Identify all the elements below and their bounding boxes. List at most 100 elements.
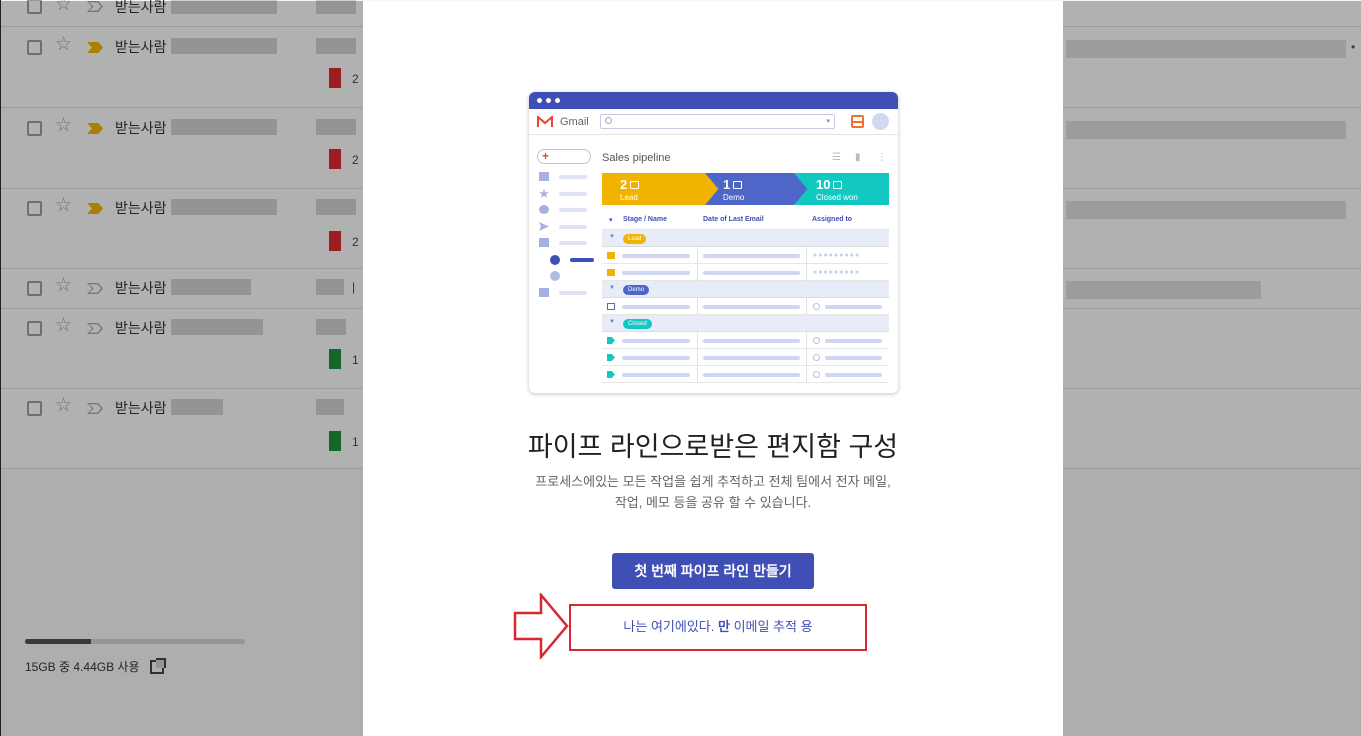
- stage-count: 10: [816, 177, 831, 192]
- illustration-search-bar: ▾: [600, 114, 835, 129]
- folder-icon: [607, 252, 615, 259]
- sidebar-line: [559, 208, 587, 212]
- cell-line: [703, 373, 800, 377]
- folder-icon: [630, 180, 640, 189]
- cell-line: [703, 305, 800, 309]
- file-icon: [539, 238, 549, 247]
- cell-line: [703, 339, 800, 343]
- sidebar-line: [559, 225, 587, 229]
- tag-icon: [607, 371, 615, 378]
- cell-divider: [806, 349, 807, 366]
- link-text-prefix: 나는 여기에있다.: [623, 619, 718, 634]
- cell-line: [622, 373, 690, 377]
- group-row-closed: ▼ Closed: [602, 315, 889, 332]
- pipeline-title: Sales pipeline: [602, 152, 671, 164]
- search-icon: [605, 117, 612, 124]
- cell-line: [622, 254, 690, 258]
- tag-icon: [607, 337, 615, 344]
- cell-divider: [806, 332, 807, 349]
- window-dot-icon: [546, 98, 551, 103]
- create-first-pipeline-button[interactable]: 첫 번째 파이프 라인 만들기: [612, 553, 814, 589]
- inbox-icon: [539, 172, 549, 181]
- group-row-demo: ▼ Demo: [602, 281, 889, 298]
- window-titlebar: [529, 92, 898, 109]
- group-pill: Closed: [623, 319, 652, 329]
- onboarding-modal: Gmail ▾ + Sales pipeline ☰ ▮ ⋮ 2 Lead 1 …: [363, 1, 1063, 736]
- illustration-header: Gmail ▾: [529, 109, 898, 135]
- table-row: [602, 298, 889, 315]
- star-icon: [539, 189, 549, 198]
- cell-divider: [806, 298, 807, 315]
- chevron-down-icon: ▼: [609, 285, 615, 291]
- cell-line: [825, 339, 882, 343]
- cell-divider: [697, 247, 698, 264]
- filter-icon: ☰: [832, 152, 841, 163]
- cell-dots: ●●●●●●●●●: [813, 252, 861, 259]
- tag-icon: [607, 354, 615, 361]
- table-row: [602, 349, 889, 366]
- gmail-logo-icon: [537, 116, 553, 127]
- group-pill: Lead: [623, 234, 647, 244]
- cell-divider: [697, 332, 698, 349]
- folder-icon: [607, 269, 615, 276]
- compose-plus-icon: +: [537, 149, 591, 164]
- stage-count: 1: [723, 177, 731, 192]
- cell-line: [703, 356, 800, 360]
- stage-label: Lead: [620, 193, 638, 202]
- column-header: Stage / Name: [623, 216, 667, 223]
- cell-divider: [697, 264, 698, 281]
- cell-divider: [806, 264, 807, 281]
- cell-line: [622, 271, 690, 275]
- sidebar-line: [559, 241, 587, 245]
- tag-icon: [833, 180, 843, 189]
- layout-icon: [851, 115, 864, 128]
- table-header: ▾ Stage / Name Date of Last Email Assign…: [602, 210, 889, 230]
- sidebar-line: [559, 192, 587, 196]
- column-header: Date of Last Email: [703, 216, 764, 223]
- cell-divider: [697, 349, 698, 366]
- avatar: [872, 113, 889, 130]
- window-dot-icon: [537, 98, 542, 103]
- link-text-bold: 만: [717, 619, 730, 634]
- stage-demo: 1 Demo: [705, 173, 808, 205]
- pipeline-illustration: Gmail ▾ + Sales pipeline ☰ ▮ ⋮ 2 Lead 1 …: [529, 92, 898, 393]
- monitor-icon: [607, 303, 615, 310]
- stage-count: 2: [620, 177, 628, 192]
- sidebar-line: [559, 291, 587, 295]
- gmail-label: Gmail: [560, 116, 589, 128]
- column-header: ▾: [609, 217, 613, 224]
- column-header: Assigned to: [812, 216, 853, 223]
- cell-line: [622, 356, 690, 360]
- group-row-lead: ▼ Lead: [602, 230, 889, 247]
- chevron-down-icon: ▼: [609, 234, 615, 240]
- stage-label: Demo: [723, 193, 745, 202]
- table-row: ●●●●●●●●●: [602, 264, 889, 281]
- email-tracking-only-link[interactable]: 나는 여기에있다. 만 이메일 추적 용: [569, 604, 867, 651]
- description-line: 프로세스에있는 모든 작업을 쉽게 추적하고 전체 팀에서 전자 메일,: [535, 474, 891, 489]
- table-row: [602, 332, 889, 349]
- group-pill: Demo: [623, 285, 650, 295]
- cell-line: [622, 305, 690, 309]
- folder-icon: [539, 288, 549, 297]
- monitor-icon: [733, 180, 743, 189]
- more-icon: ⋮: [877, 152, 887, 163]
- cell-line: [825, 305, 882, 309]
- stage-label: Closed won: [816, 193, 858, 202]
- cell-dots: ●●●●●●●●●: [813, 269, 861, 276]
- description-line: 작업, 메모 등을 공유 할 수 있습니다.: [614, 495, 812, 510]
- chevron-down-icon: ▾: [826, 118, 830, 125]
- cell-divider: [806, 366, 807, 383]
- stage-lead: 2 Lead: [602, 173, 720, 205]
- cell-divider: [697, 298, 698, 315]
- assignee-icon: [813, 303, 820, 310]
- chevron-down-icon: ▼: [609, 319, 615, 325]
- annotation-arrow-icon: [513, 593, 569, 659]
- modal-description: 프로세스에있는 모든 작업을 쉽게 추적하고 전체 팀에서 전자 메일, 작업,…: [463, 471, 963, 513]
- table-row: [602, 366, 889, 383]
- table-row: ●●●●●●●●●: [602, 247, 889, 264]
- cell-line: [825, 356, 882, 360]
- assignee-icon: [813, 337, 820, 344]
- send-icon: [539, 222, 549, 231]
- link-text-suffix: 이메일 추적 용: [729, 619, 813, 634]
- pipeline-stages: 2 Lead 1 Demo 10 Closed won: [602, 173, 889, 205]
